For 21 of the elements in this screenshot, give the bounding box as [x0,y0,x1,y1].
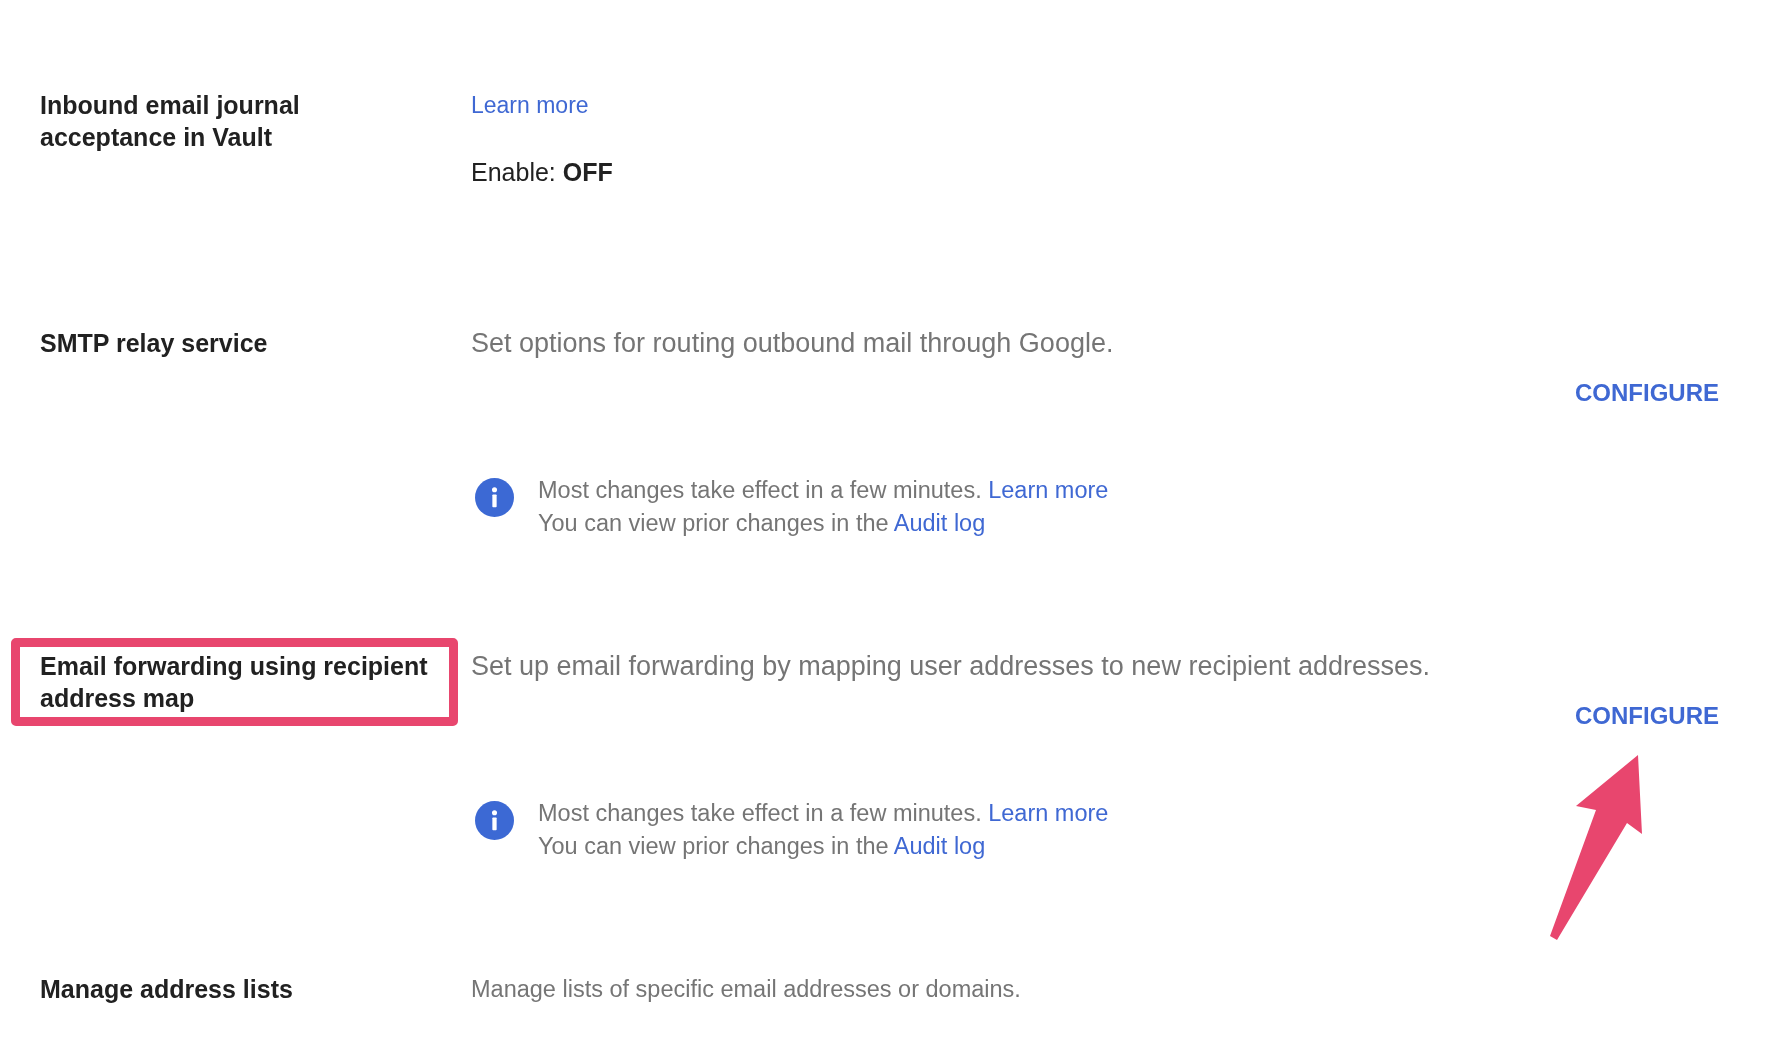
info-text: Most changes take effect in a few minutes. Learn more [538,476,1109,505]
setting-title: SMTP relay service [40,328,268,359]
setting-description: Set options for routing outbound mail through Google. [471,327,1114,359]
setting-title: Email forwarding using recipient address map [40,651,429,714]
setting-title: Manage address lists [40,974,293,1005]
learn-more-link[interactable]: Learn more [988,477,1109,503]
setting-description: Set up email forwarding by mapping user addresses to new recipient addresses. [471,650,1430,682]
info-icon [475,478,514,517]
info-text: You can view prior changes in the Audit log [538,832,987,861]
setting-title: Inbound email journal acceptance in Vault [40,90,301,153]
configure-button[interactable]: CONFIGURE [1567,373,1727,413]
configure-button[interactable]: CONFIGURE [1567,696,1727,736]
info-text: You can view prior changes in the Audit log [538,509,987,538]
setting-description: Manage lists of specific email addresses or domains. [471,975,1021,1004]
info-text: Most changes take effect in a few minutes. Learn more [538,799,1109,828]
learn-more-link[interactable]: Learn more [471,89,589,121]
audit-log-link[interactable]: Audit log [893,833,986,859]
status-text: Enable: OFF [471,157,613,188]
info-icon [475,801,514,840]
learn-more-link[interactable]: Learn more [988,800,1109,826]
audit-log-link[interactable]: Audit log [893,510,986,536]
